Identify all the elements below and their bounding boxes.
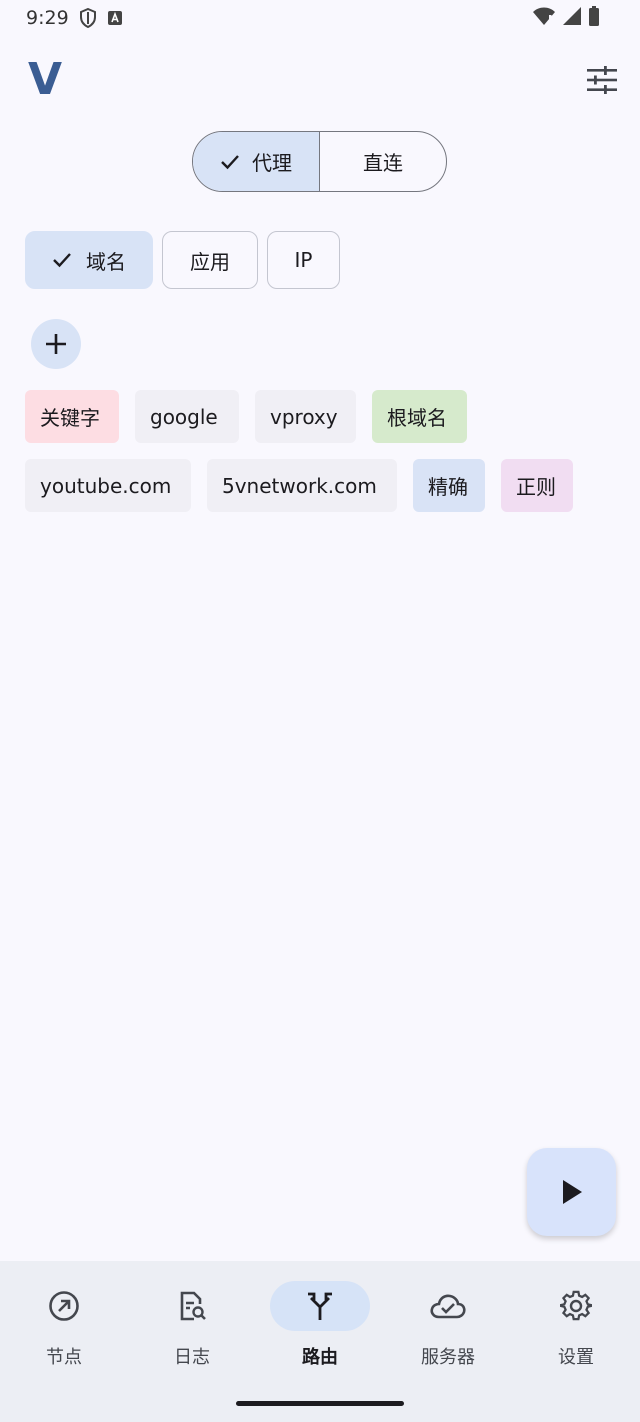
nav-item-nodes[interactable]: 节点 [0,1281,128,1381]
segment-direct[interactable]: 直连 [320,132,446,191]
tag-exact[interactable]: 精确 [413,459,485,512]
nav-label: 设置 [558,1347,594,1368]
tag-row: 关键字 google vproxy 根域名 [25,390,467,443]
chip-domain[interactable]: 域名 [25,231,153,289]
tag-google[interactable]: google [135,390,239,443]
nav-item-routing[interactable]: 路由 [256,1281,384,1381]
nav-item-logs[interactable]: 日志 [128,1281,256,1381]
check-icon [221,154,239,169]
tag-label: 精确 [428,475,468,499]
nav-label: 服务器 [421,1347,475,1368]
segment-label: 直连 [363,151,403,175]
tag-root-domain[interactable]: 根域名 [372,390,467,443]
a-icon [107,11,122,25]
nav-label: 路由 [302,1347,338,1368]
bottom-navigation: 节点 日志 路由 服务器 设置 [0,1261,640,1422]
tag-label: google [150,404,218,429]
tag-label: 关键字 [40,406,100,430]
chip-ip[interactable]: IP [267,231,340,289]
status-bar: 9:29 [0,0,640,36]
tag-label: vproxy [270,404,338,429]
plus-icon [46,334,66,354]
cloud-check-icon [430,1294,466,1319]
mode-segmented-button: 代理 直连 [192,131,447,192]
tag-label: 5vnetwork.com [222,473,377,498]
tag-label: youtube.com [40,473,172,498]
tag-label: 根域名 [387,406,447,430]
gear-icon [560,1290,592,1321]
check-icon [53,253,71,268]
tag-youtube[interactable]: youtube.com [25,459,191,512]
battery-icon [589,6,599,26]
chip-label: 应用 [190,249,230,274]
chip-app[interactable]: 应用 [162,231,258,289]
tag-keyword[interactable]: 关键字 [25,390,119,443]
add-button[interactable] [31,319,81,369]
tag-regex[interactable]: 正则 [501,459,573,512]
segment-proxy[interactable]: 代理 [193,132,320,191]
filter-chips: 域名 应用 IP [25,231,340,289]
signal-icon [563,7,581,25]
nav-label: 节点 [46,1347,82,1368]
fork-route-icon [308,1292,332,1320]
segment-label: 代理 [252,151,292,175]
document-search-icon [180,1291,206,1321]
tag-row: youtube.com 5vnetwork.com 精确 正则 [25,459,573,512]
play-icon [562,1180,582,1204]
app-logo: V [28,54,63,105]
tag-5vnetwork[interactable]: 5vnetwork.com [207,459,397,512]
chip-label: IP [294,248,313,272]
tag-label: 正则 [516,475,556,499]
nav-item-servers[interactable]: 服务器 [384,1281,512,1381]
status-time: 9:29 [26,7,69,29]
start-fab-button[interactable] [527,1148,616,1236]
wifi-icon [533,7,555,25]
nav-item-settings[interactable]: 设置 [512,1281,640,1381]
tune-icon [587,66,617,94]
shield-icon [79,8,96,28]
chip-label: 域名 [86,249,126,274]
arrow-circle-icon [49,1291,79,1321]
home-indicator[interactable] [236,1401,404,1406]
tune-button[interactable] [580,58,624,102]
nav-label: 日志 [174,1347,210,1368]
tag-vproxy[interactable]: vproxy [255,390,356,443]
app-bar: V [0,48,640,112]
